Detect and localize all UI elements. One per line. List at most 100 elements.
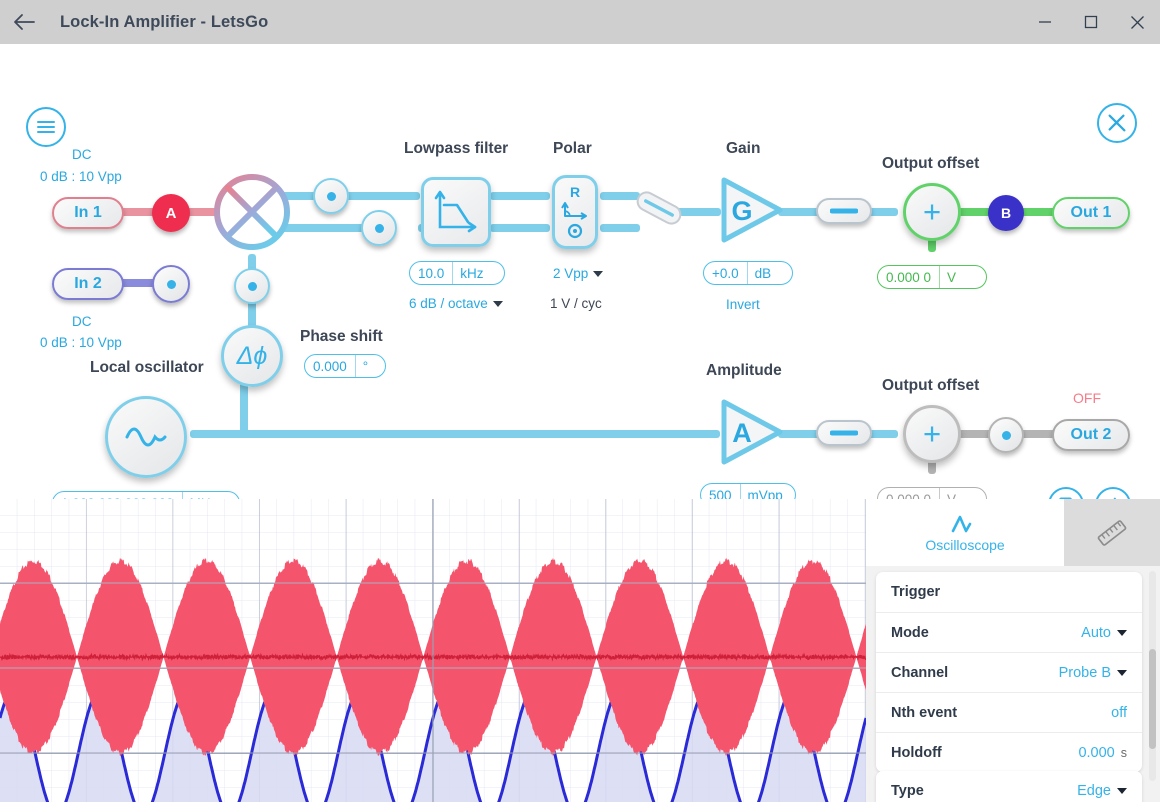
output-1-button[interactable]: Out 1 <box>1052 197 1130 229</box>
trigger-mode-value-group[interactable]: Auto <box>1081 625 1127 641</box>
panel-scrollbar[interactable] <box>1149 571 1156 781</box>
minimize-icon <box>1039 21 1051 23</box>
maximize-button[interactable] <box>1068 0 1114 44</box>
chevron-down-icon <box>492 300 503 307</box>
trigger-holdoff-value-group[interactable]: 0.000 s <box>1078 745 1127 761</box>
chevron-down-icon <box>593 270 604 277</box>
amplitude-node[interactable]: A <box>712 394 788 470</box>
tools-icon <box>1108 114 1126 132</box>
type-value-group[interactable]: Edge <box>1077 783 1127 799</box>
chevron-down-icon <box>1117 669 1127 676</box>
tab-oscilloscope[interactable]: Oscilloscope <box>866 499 1064 566</box>
in2-node[interactable] <box>152 265 190 303</box>
gain-unit: dB <box>746 262 779 284</box>
polar-rtheta-icon: R <box>561 184 587 239</box>
trigger-row-channel[interactable]: Channel Probe B <box>876 652 1142 692</box>
gain-symbol: G <box>731 196 752 226</box>
minus-icon <box>830 430 858 436</box>
mixer-out-bot-node[interactable] <box>361 210 397 246</box>
sine-wave-icon <box>125 427 167 447</box>
mixer-node[interactable] <box>213 173 291 251</box>
gain-node[interactable]: G <box>712 172 788 248</box>
tab-measure[interactable] <box>1064 499 1160 566</box>
node-dot <box>166 279 176 289</box>
waveform-icon <box>951 515 972 533</box>
tab-oscilloscope-label: Oscilloscope <box>925 537 1005 553</box>
trigger-channel-value-group[interactable]: Probe B <box>1059 665 1127 681</box>
back-arrow-icon <box>14 14 35 30</box>
lowpass-block[interactable] <box>421 177 491 247</box>
hamburger-menu-icon <box>37 121 55 133</box>
attenuator-bottom[interactable] <box>816 420 872 446</box>
amplitude-symbol: A <box>732 418 752 448</box>
output-offset-1-title: Output offset <box>882 155 980 172</box>
type-panel: Type Edge <box>876 771 1142 802</box>
phase-shift-value: 0.000 <box>313 358 347 374</box>
chevron-down-icon <box>1117 629 1127 636</box>
probe-a-badge[interactable]: A <box>152 194 190 232</box>
gain-readout[interactable]: +0.0 dB <box>703 261 793 285</box>
polar-block[interactable]: R <box>552 175 598 249</box>
trigger-panel-header: Trigger <box>876 572 1142 612</box>
in1-coupling: DC <box>72 147 92 162</box>
minus-icon <box>830 208 858 214</box>
output-offset-1-readout[interactable]: 0.000 0 V <box>877 265 987 289</box>
trigger-channel-value: Probe B <box>1058 664 1111 681</box>
phase-shift-readout[interactable]: 0.000 ° <box>304 354 386 378</box>
mixer-down-node[interactable] <box>234 268 270 304</box>
lowpass-slope-dropdown[interactable]: 6 dB / octave <box>409 296 503 311</box>
scope-settings-panel: Oscilloscope Trigger Mode Auto Channel P… <box>866 499 1160 802</box>
trigger-channel-label: Channel <box>891 664 949 681</box>
node-dot <box>374 223 384 233</box>
in1-range: 0 dB : 10 Vpp <box>40 169 122 184</box>
local-oscillator-title: Local oscillator <box>90 359 204 376</box>
type-value: Edge <box>1077 783 1111 799</box>
trigger-mode-label: Mode <box>891 624 929 641</box>
close-button[interactable] <box>1114 0 1160 44</box>
output-offset-2-node[interactable]: + <box>903 405 961 463</box>
type-row[interactable]: Type Edge <box>876 771 1142 802</box>
mixer-out-top-node[interactable] <box>313 178 349 214</box>
wire-lo-amplitude <box>190 430 720 438</box>
lowpass-cutoff-readout[interactable]: 10.0 kHz <box>409 261 505 285</box>
probe-a-label: A <box>165 204 177 222</box>
local-oscillator-node[interactable] <box>105 396 187 478</box>
maximize-icon <box>1084 15 1098 29</box>
polar-phase-scale: 1 V / cyc <box>550 296 602 311</box>
gain-invert-toggle[interactable]: Invert <box>726 297 760 312</box>
minimize-button[interactable] <box>1022 0 1068 44</box>
pass-through-link[interactable] <box>628 184 690 232</box>
chevron-down-icon <box>1117 788 1127 794</box>
polar-scale-value: 2 Vpp <box>553 266 589 281</box>
lowpass-slope-value: 6 dB / octave <box>409 296 488 311</box>
out2-node[interactable] <box>988 417 1024 453</box>
lowpass-filter-icon <box>434 190 477 233</box>
phase-shift-node[interactable]: Δϕ <box>221 325 283 387</box>
phase-shift-title: Phase shift <box>300 328 383 345</box>
input-1-button[interactable]: In 1 <box>52 197 124 229</box>
output-offset-1-node[interactable]: + <box>903 183 961 241</box>
mixer-cross-icon <box>214 174 290 250</box>
lowpass-cutoff-unit: kHz <box>452 262 490 284</box>
link-rod-icon <box>636 191 682 225</box>
window-controls <box>1022 0 1160 44</box>
attenuator-top[interactable] <box>816 198 872 224</box>
close-icon <box>1130 15 1144 29</box>
ruler-icon <box>1097 519 1127 546</box>
trigger-row-nth-event[interactable]: Nth event off <box>876 692 1142 732</box>
tools-button[interactable] <box>1097 103 1137 143</box>
panel-scrollbar-thumb[interactable] <box>1149 649 1156 749</box>
trigger-nth-value: off <box>1111 704 1127 721</box>
scope-plot[interactable]: A B 100 mV 50 mV 0 V 6 ms 4 ms 2 ms 2 ms… <box>0 499 866 802</box>
polar-scale-dropdown[interactable]: 2 Vpp <box>553 266 604 281</box>
in2-coupling: DC <box>72 314 92 329</box>
out1-label: Out 1 <box>1070 204 1112 221</box>
hamburger-menu-button[interactable] <box>26 107 66 147</box>
input-2-button[interactable]: In 2 <box>52 268 124 300</box>
probe-b-badge[interactable]: B <box>988 195 1024 231</box>
output-2-button[interactable]: Out 2 <box>1052 419 1130 451</box>
trigger-row-holdoff[interactable]: Holdoff 0.000 s <box>876 732 1142 772</box>
type-label: Type <box>891 783 924 799</box>
trigger-row-mode[interactable]: Mode Auto <box>876 612 1142 652</box>
back-button[interactable] <box>0 0 48 44</box>
